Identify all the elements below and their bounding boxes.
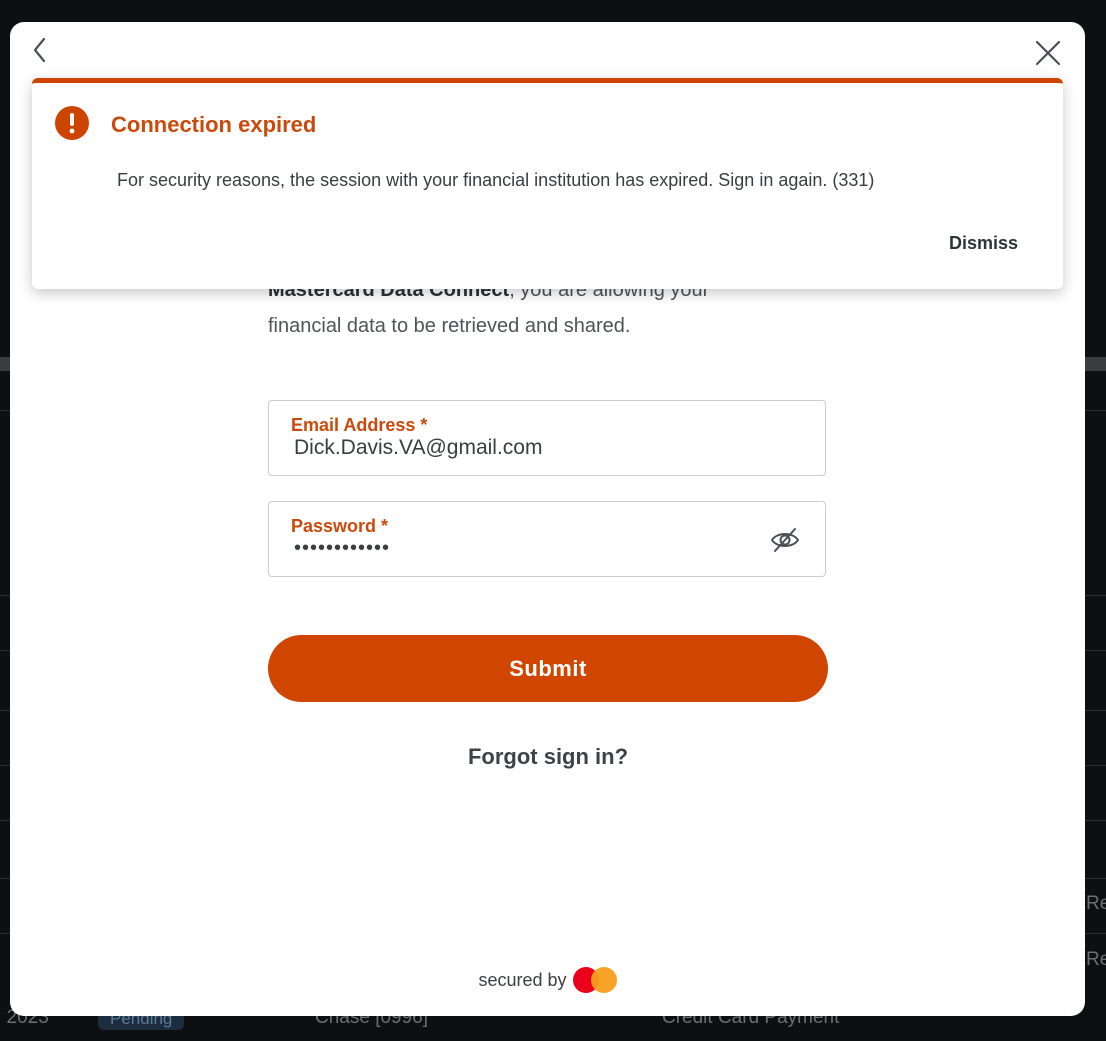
alert-title: Connection expired: [111, 112, 317, 137]
secured-by-label: secured by: [478, 969, 567, 990]
consent-text-line2: financial data to be retrieved and share…: [268, 315, 631, 337]
background-text: Re: [1086, 949, 1106, 970]
mastercard-logo: [572, 967, 617, 993]
password-field[interactable]: Password * ••••••••••••: [268, 501, 826, 577]
forgot-sign-in-link[interactable]: Forgot sign in?: [268, 744, 828, 770]
exclamation-circle-icon: [54, 105, 90, 141]
email-input[interactable]: Dick.Davis.VA@gmail.com: [294, 436, 542, 460]
close-icon: [1035, 40, 1061, 66]
toggle-password-visibility-button[interactable]: [769, 526, 801, 554]
email-label: Email Address *: [291, 415, 428, 435]
password-label: Password *: [291, 516, 389, 536]
password-input[interactable]: ••••••••••••: [294, 537, 390, 560]
eye-off-icon: [770, 528, 800, 552]
secured-by-footer: secured by: [10, 967, 1085, 993]
chevron-left-icon: [33, 37, 46, 63]
close-button[interactable]: [1033, 38, 1063, 68]
alert-message: For security reasons, the session with y…: [117, 170, 875, 190]
dismiss-button[interactable]: Dismiss: [949, 233, 1018, 254]
connection-expired-alert: Connection expired For security reasons,…: [32, 78, 1063, 289]
back-button[interactable]: [30, 36, 50, 64]
background-text: Re: [1086, 893, 1106, 914]
submit-button[interactable]: Submit: [268, 635, 828, 702]
mastercard-logo-yellow-circle: [590, 967, 617, 993]
email-field[interactable]: Email Address * Dick.Davis.VA@gmail.com: [268, 400, 826, 476]
